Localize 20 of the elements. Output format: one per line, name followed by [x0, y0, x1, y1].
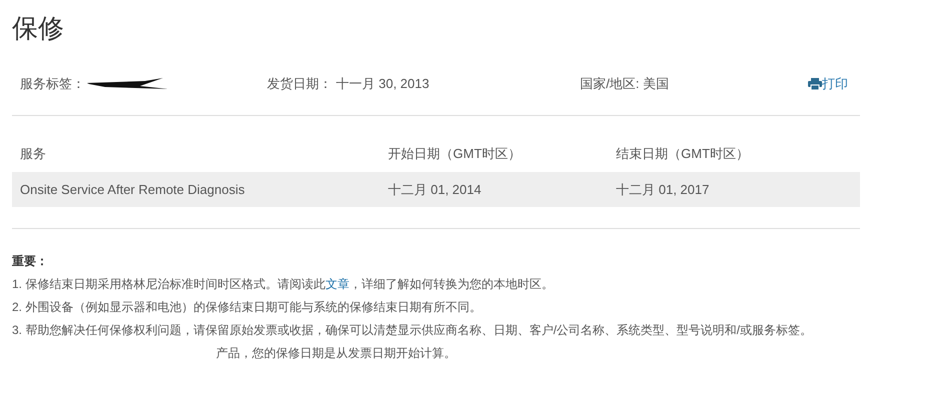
field-label: 发货日期： [267, 75, 332, 94]
printer-icon [808, 78, 822, 90]
column-header: 结束日期（GMT时区） [616, 145, 749, 164]
print-link[interactable]: 打印 [808, 74, 848, 94]
column-header: 服务 [20, 145, 46, 164]
field-label: 服务标签： [20, 75, 85, 94]
page-title: 保修 [12, 12, 64, 45]
column-header: 开始日期（GMT时区） [388, 145, 521, 164]
note-text: 1. 保修结束日期采用格林尼治标准时间时区格式。请阅读此文章，详细了解如何转换为您的本地时区。 [12, 276, 554, 293]
table-cell-text: 十二月 01, 2017 [616, 180, 710, 199]
field-value: 美国 [643, 75, 670, 94]
note-text: 2. 外围设备（例如显示器和电池）的保修结束日期可能与系统的保修结束日期有所不同。 [12, 299, 482, 316]
note-text: 3. 帮助您解决任何保修权利问题，请保留原始发票或收据，确保可以清楚显示供应商名称、日期、客户/公司名称、系统类型、型号说明和/或服务标签。 [12, 322, 812, 339]
table-cell-text: Onsite Service After Remote Diagnosis [20, 180, 245, 199]
table-cell-text: 十二月 01, 2014 [388, 180, 482, 199]
field-value: 十一月 30, 2013 [336, 75, 430, 94]
article-link[interactable]: 文章 [325, 277, 350, 291]
notes-heading: 重要： [12, 253, 48, 270]
note-text: 产品，您的保修日期是从发票日期开始计算。 [216, 345, 456, 362]
field-label: 国家/地区: [580, 75, 640, 94]
